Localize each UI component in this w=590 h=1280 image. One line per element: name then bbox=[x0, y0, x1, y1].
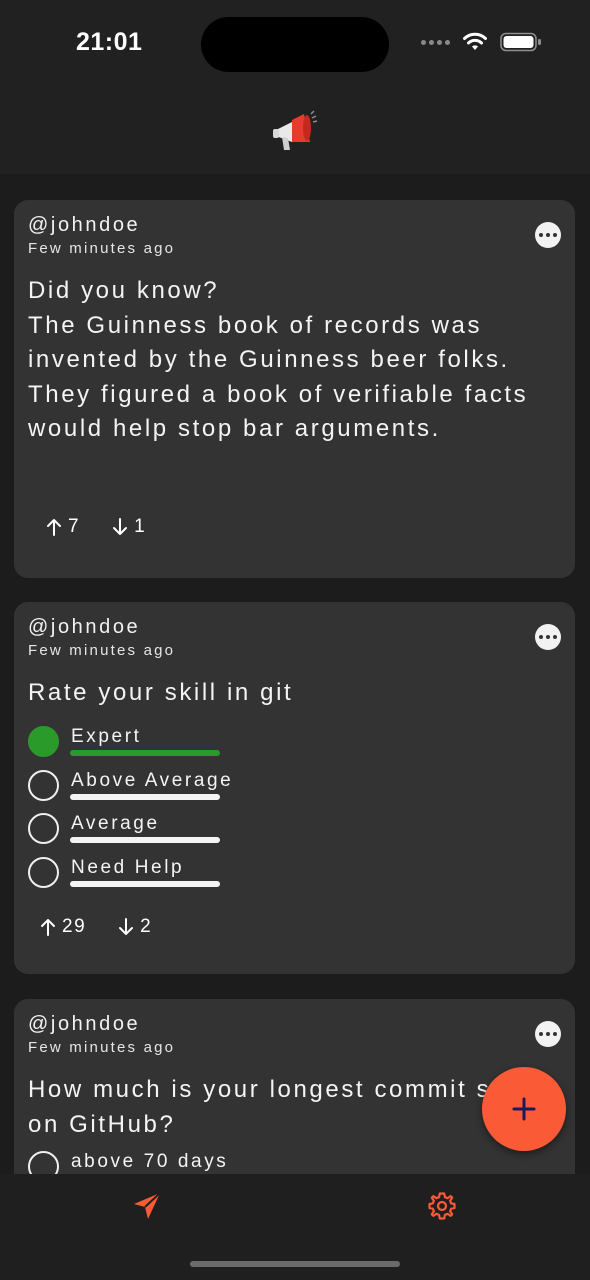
post-username[interactable]: @johndoe bbox=[28, 616, 140, 639]
poll-option-label: Expert bbox=[71, 726, 142, 747]
post-username[interactable]: @johndoe bbox=[28, 1013, 140, 1036]
radio-button[interactable] bbox=[28, 856, 59, 888]
status-icons bbox=[421, 32, 542, 52]
poll-options: above 70 days bbox=[28, 1151, 328, 1174]
poll-option[interactable]: Need Help bbox=[28, 856, 328, 901]
nav-feed-button[interactable] bbox=[127, 1186, 167, 1226]
poll-option-label: Need Help bbox=[71, 856, 185, 878]
post-username[interactable]: @johndoe bbox=[28, 214, 140, 237]
wifi-icon bbox=[463, 32, 487, 50]
dynamic-island bbox=[201, 17, 389, 72]
poll-options: Expert Above Average Average Need Help bbox=[28, 726, 328, 900]
more-options-button[interactable] bbox=[535, 222, 561, 248]
downvote-button[interactable]: 1 bbox=[110, 516, 146, 538]
arrow-up-icon bbox=[47, 519, 61, 536]
poll-option-label: Above Average bbox=[71, 769, 234, 791]
poll-option[interactable]: Above Average bbox=[28, 769, 328, 814]
poll-result-bar bbox=[70, 750, 220, 756]
nav-settings-button[interactable] bbox=[422, 1186, 462, 1226]
post-text: Rate your skill in git bbox=[28, 679, 294, 706]
more-options-button[interactable] bbox=[535, 1021, 561, 1047]
arrow-down-icon bbox=[119, 918, 134, 935]
gear-icon bbox=[428, 1192, 456, 1220]
poll-option-label: above 70 days bbox=[71, 1151, 229, 1172]
send-icon bbox=[134, 1192, 161, 1219]
plus-icon bbox=[512, 1097, 536, 1121]
poll-option[interactable]: Expert bbox=[28, 726, 328, 770]
upvote-count: 29 bbox=[62, 916, 87, 937]
post-timestamp: Few minutes ago bbox=[28, 642, 176, 659]
vote-bar: 7 1 bbox=[44, 516, 146, 538]
radio-button[interactable] bbox=[28, 726, 59, 757]
upvote-button[interactable]: 7 bbox=[44, 516, 80, 538]
vote-bar: 29 2 bbox=[38, 916, 152, 938]
poll-result-bar bbox=[70, 880, 220, 887]
bottom-navigation bbox=[0, 1174, 590, 1280]
post-card: @johndoe Few minutes ago Did you know? T… bbox=[14, 200, 575, 578]
radio-button[interactable] bbox=[28, 1151, 59, 1174]
upvote-button[interactable]: 29 bbox=[38, 916, 86, 938]
status-time: 21:01 bbox=[76, 28, 143, 56]
downvote-count: 2 bbox=[140, 916, 153, 937]
poll-option[interactable]: Average bbox=[28, 813, 328, 857]
cellular-signal-icon bbox=[421, 39, 450, 45]
post-text: Did you know? The Guinness book of recor… bbox=[28, 277, 529, 443]
app-header bbox=[0, 90, 590, 174]
post-timestamp: Few minutes ago bbox=[28, 240, 176, 257]
downvote-button[interactable]: 2 bbox=[116, 916, 152, 938]
upvote-count: 7 bbox=[68, 516, 81, 537]
downvote-count: 1 bbox=[134, 516, 147, 537]
poll-result-bar bbox=[70, 837, 220, 843]
home-indicator[interactable] bbox=[190, 1261, 400, 1267]
radio-button[interactable] bbox=[28, 813, 59, 844]
post-feed[interactable]: @johndoe Few minutes ago Did you know? T… bbox=[0, 174, 590, 1174]
poll-result-bar bbox=[70, 793, 220, 800]
post-timestamp: Few minutes ago bbox=[28, 1039, 176, 1056]
megaphone-icon bbox=[273, 110, 318, 150]
arrow-down-icon bbox=[113, 518, 128, 535]
poll-option[interactable]: above 70 days bbox=[28, 1151, 328, 1174]
status-bar: 21:01 bbox=[0, 0, 590, 90]
post-card: @johndoe Few minutes ago Rate your skill… bbox=[14, 602, 575, 974]
poll-option-label: Average bbox=[71, 813, 160, 834]
battery-icon bbox=[500, 32, 541, 52]
arrow-up-icon bbox=[41, 919, 55, 936]
create-post-button[interactable] bbox=[482, 1067, 566, 1151]
more-options-button[interactable] bbox=[535, 624, 561, 650]
radio-button[interactable] bbox=[28, 769, 59, 801]
